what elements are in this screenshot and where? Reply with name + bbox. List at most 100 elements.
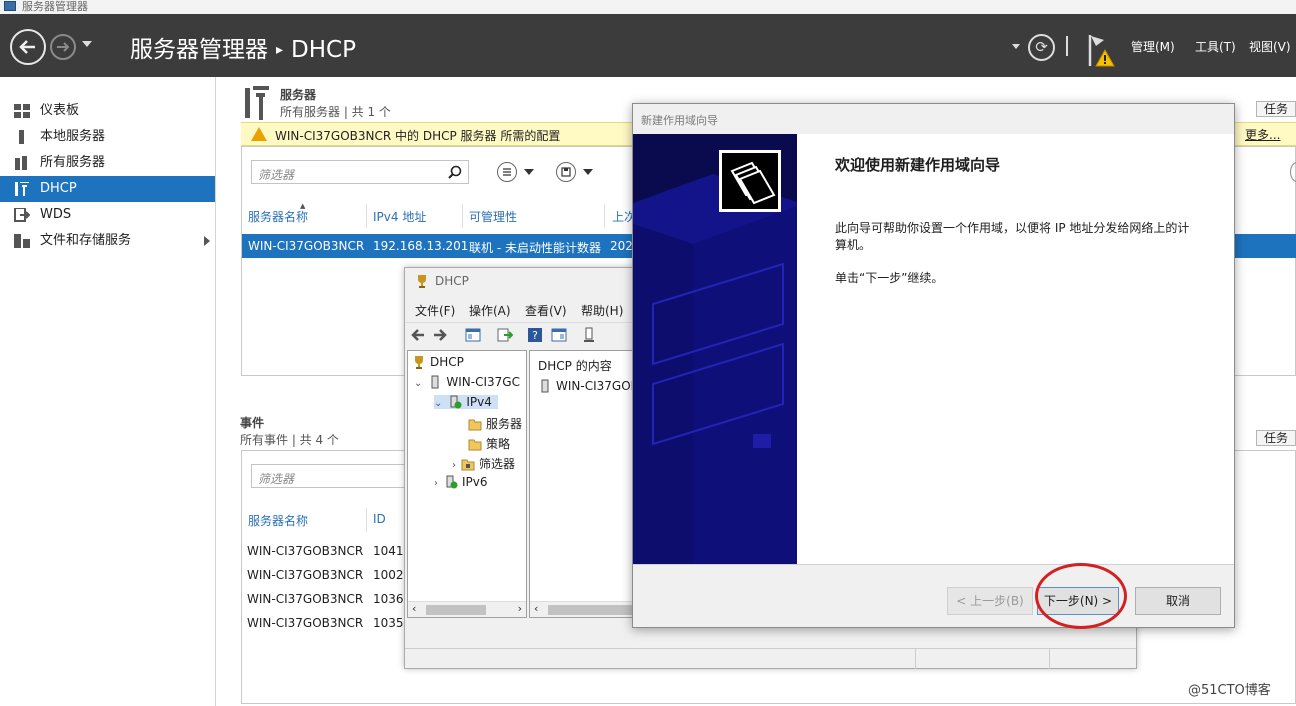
- chevron-right-icon[interactable]: ›: [434, 478, 438, 489]
- export-list-icon[interactable]: [497, 327, 513, 343]
- tree-hscrollbar[interactable]: ‹ ›: [408, 601, 526, 617]
- folder-icon: [468, 439, 482, 451]
- events-section-title: 事件: [240, 416, 265, 430]
- wizard-title: 新建作用域向导: [641, 114, 718, 127]
- dhcp-tree-pane: DHCP ⌄ WIN-CI37GC ⌄ IPv4 服务器 策略 › 筛选器 › IPv6…: [407, 350, 527, 618]
- menu-tools[interactable]: 工具(T): [1195, 38, 1236, 55]
- list-options-button[interactable]: [497, 162, 517, 182]
- filter-placeholder: 筛选器: [258, 472, 295, 486]
- sidebar-item-all-servers[interactable]: 所有服务器: [0, 150, 215, 176]
- refresh-button[interactable]: ⟳: [1028, 34, 1055, 61]
- menu-file[interactable]: 文件(F): [415, 302, 455, 319]
- events-filter-input[interactable]: 筛选器: [251, 464, 411, 488]
- refresh-dropdown[interactable]: [1012, 44, 1020, 49]
- new-scope-wizard-dialog: 新建作用域向导 欢迎使用新建作用域向导 此向导可帮助你设置一个作用域，以便将 I…: [632, 103, 1235, 628]
- tree-node-label: 筛选器: [479, 457, 516, 471]
- back-arrow-icon[interactable]: [410, 327, 426, 343]
- col-divider: [604, 204, 605, 228]
- tree-node-server[interactable]: ⌄ WIN-CI37GC: [414, 375, 520, 389]
- col-server-name[interactable]: 服务器名称: [248, 208, 308, 225]
- sidebar-item-label: 文件和存储服务: [40, 233, 132, 248]
- col-server-name[interactable]: 服务器名称: [248, 512, 308, 529]
- server-icon: [431, 375, 439, 389]
- breadcrumb-root[interactable]: 服务器管理器: [130, 37, 268, 63]
- chevron-down-icon[interactable]: ⌄: [414, 378, 422, 389]
- ipv4-icon: [450, 395, 462, 409]
- tree-node-label: IPv6: [462, 475, 488, 489]
- chevron-right-icon[interactable]: ›: [452, 460, 456, 471]
- forward-arrow-icon[interactable]: [432, 327, 448, 343]
- more-link[interactable]: 更多...: [1245, 126, 1280, 143]
- dhcp-statusbar: [405, 648, 1136, 669]
- back-button[interactable]: < 上一步(B): [947, 587, 1033, 615]
- tree-node-label: IPv4: [466, 395, 492, 409]
- cell-manageability: 联机 - 未启动性能计数器: [469, 241, 601, 255]
- servers-tasks-button[interactable]: 任务: [1256, 101, 1296, 117]
- forward-button[interactable]: [50, 34, 76, 60]
- dhcp-console-title: DHCP: [415, 274, 469, 288]
- status-divider: [1049, 649, 1050, 669]
- back-button[interactable]: [10, 29, 46, 65]
- cancel-button[interactable]: 取消: [1135, 587, 1221, 615]
- menu-help[interactable]: 帮助(H): [581, 302, 623, 319]
- scroll-left-icon[interactable]: ‹: [412, 602, 416, 615]
- servers-filter-input[interactable]: 筛选器: [251, 160, 469, 184]
- servers-icon: [15, 156, 27, 170]
- breadcrumb: 服务器管理器 ▸ DHCP: [130, 30, 356, 64]
- tree-node-dhcp[interactable]: DHCP: [412, 355, 464, 369]
- tree-node-ipv4[interactable]: ⌄ IPv4: [434, 395, 498, 409]
- sidebar-item-local-server[interactable]: 本地服务器: [0, 124, 215, 150]
- chevron-down-icon[interactable]: [524, 169, 534, 175]
- properties-icon[interactable]: [551, 327, 567, 343]
- col-manageability[interactable]: 可管理性: [469, 208, 517, 225]
- ipv6-icon: [446, 475, 458, 489]
- event-cell-id: 1041: [373, 544, 404, 558]
- chevron-down-icon[interactable]: [583, 169, 593, 175]
- nav-history-dropdown[interactable]: [82, 41, 92, 47]
- server-status-icon[interactable]: [581, 327, 597, 343]
- sidebar-item-file-storage[interactable]: 文件和存储服务: [0, 228, 215, 254]
- sidebar-item-label: 仪表板: [40, 103, 80, 118]
- tree-node-filters[interactable]: › 筛选器: [452, 455, 515, 472]
- sidebar-item-label: 所有服务器: [40, 155, 106, 170]
- breadcrumb-separator: ▸: [276, 42, 284, 58]
- tree-node-label: 服务器: [486, 417, 523, 431]
- save-query-button[interactable]: [556, 162, 576, 182]
- wizard-side-banner: [633, 134, 797, 564]
- breadcrumb-current: DHCP: [291, 37, 356, 63]
- folder-icon: [468, 419, 482, 431]
- header-bar: 服务器管理器 ▸ DHCP ⟳ 管理(M) 工具(T) 视图(V): [0, 14, 1296, 77]
- list-item[interactable]: WIN-CI37GOB: [538, 379, 639, 393]
- tree-node-ipv6[interactable]: › IPv6: [434, 475, 488, 489]
- menu-action[interactable]: 操作(A): [469, 302, 511, 319]
- chevron-down-icon[interactable]: ⌄: [434, 398, 442, 409]
- dhcp-trophy-icon: [418, 275, 426, 288]
- tree-node-policies[interactable]: 策略: [468, 435, 510, 452]
- sidebar-item-dashboard[interactable]: 仪表板: [0, 98, 215, 124]
- save-icon: [561, 167, 571, 177]
- search-icon: [448, 165, 462, 179]
- dhcp-icon: [15, 182, 29, 196]
- scroll-thumb[interactable]: [426, 605, 486, 615]
- help-icon[interactable]: ?: [527, 327, 543, 343]
- scroll-right-icon[interactable]: ›: [518, 602, 522, 615]
- refresh-icon: ⟳: [1035, 38, 1048, 56]
- show-tree-icon[interactable]: [465, 327, 481, 343]
- servers-section-title: 服务器: [280, 88, 317, 102]
- tree-node-servers[interactable]: 服务器: [468, 415, 522, 432]
- menu-view[interactable]: 查看(V): [525, 302, 567, 319]
- sidebar-item-wds[interactable]: WDS: [0, 202, 215, 228]
- menu-view[interactable]: 视图(V): [1249, 38, 1291, 55]
- sidebar-item-dhcp[interactable]: DHCP: [0, 176, 215, 202]
- menu-manage[interactable]: 管理(M): [1131, 38, 1175, 55]
- col-id[interactable]: ID: [373, 512, 386, 526]
- arrow-right-icon: [57, 42, 70, 52]
- scroll-left-icon[interactable]: ‹: [534, 602, 538, 615]
- col-ipv4[interactable]: IPv4 地址: [373, 208, 426, 225]
- app-icon: [4, 1, 16, 11]
- list-item-label: WIN-CI37GOB: [556, 379, 639, 393]
- chevron-right-icon[interactable]: [204, 236, 210, 246]
- events-tasks-button[interactable]: 任务: [1256, 430, 1296, 446]
- notifications-flag-icon[interactable]: [1086, 32, 1122, 68]
- servers-section-icon: [245, 86, 269, 120]
